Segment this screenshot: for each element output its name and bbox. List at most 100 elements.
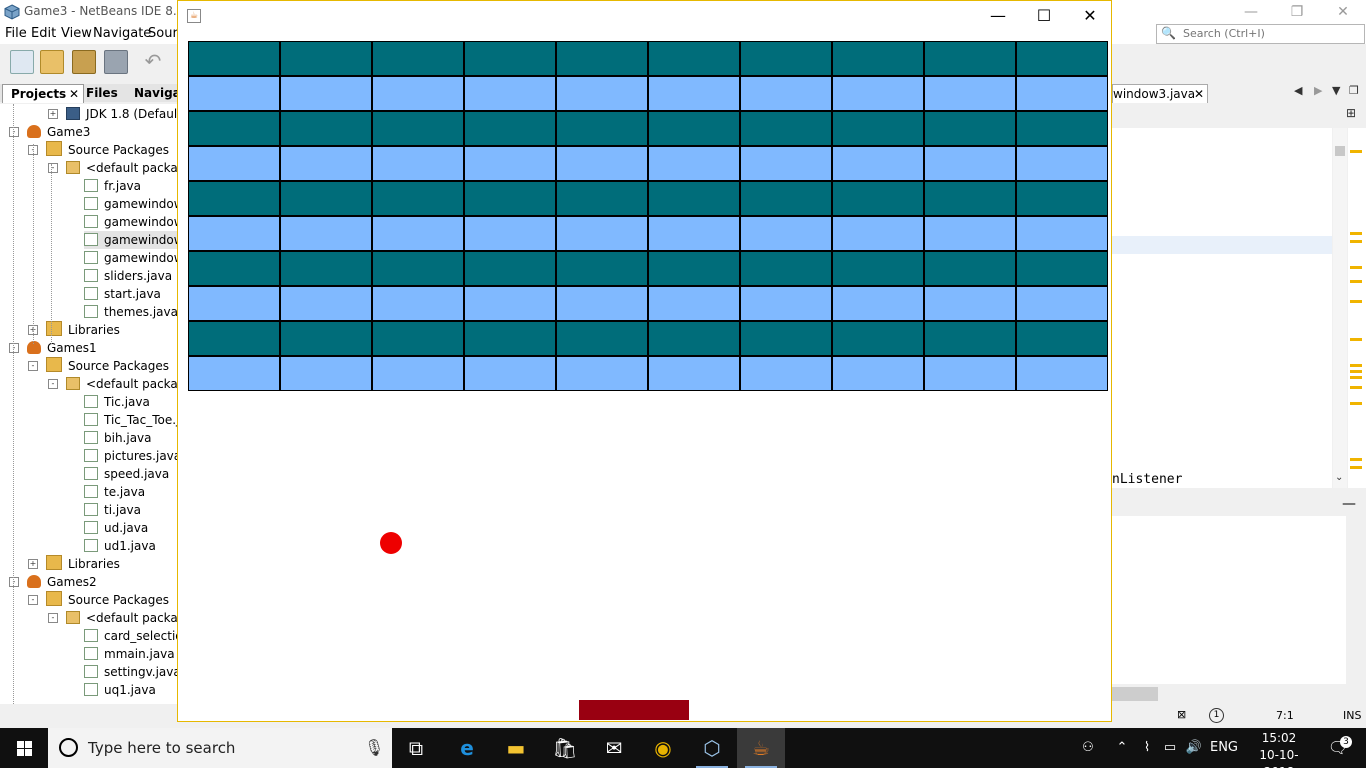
people-icon[interactable]: ⚇: [1076, 728, 1100, 768]
tree-node-label: start.java: [104, 287, 161, 301]
menu-navigate[interactable]: Navigate: [93, 26, 151, 41]
language-indicator[interactable]: ENG: [1208, 728, 1240, 768]
tree-node[interactable]: uq1.java: [84, 681, 156, 699]
expand-icon[interactable]: +: [48, 109, 58, 119]
tree-node[interactable]: JDK 1.8 (Default): [66, 105, 180, 123]
tree-node[interactable]: gamewindow.ja: [84, 195, 180, 213]
task-view-icon[interactable]: ⧉: [392, 728, 440, 768]
collapse-icon[interactable]: -: [9, 127, 19, 137]
tree-node[interactable]: Source Packages: [46, 141, 169, 159]
netbeans-restore-button[interactable]: ❐: [1274, 0, 1320, 24]
close-icon[interactable]: ✕: [1194, 85, 1204, 103]
collapse-icon[interactable]: -: [48, 163, 58, 173]
taskbar-search[interactable]: Type here to search 🎙: [48, 728, 392, 768]
ide-search-box[interactable]: 🔍: [1156, 24, 1365, 44]
menu-file[interactable]: File: [5, 26, 27, 41]
restore-window-icon[interactable]: ❐: [1349, 84, 1359, 97]
game-minimize-button[interactable]: —: [975, 1, 1021, 31]
tab-editor-file[interactable]: window3.java ✕: [1112, 84, 1208, 103]
menu-edit[interactable]: Edit: [31, 26, 56, 41]
tree-node[interactable]: speed.java: [84, 465, 169, 483]
game-maximize-button[interactable]: ☐: [1021, 1, 1067, 31]
editor-scrollbar[interactable]: ⌄: [1333, 128, 1347, 488]
tree-node[interactable]: ud1.java: [84, 537, 156, 555]
battery-icon[interactable]: ▭: [1160, 728, 1180, 768]
start-button[interactable]: [0, 728, 48, 768]
tree-node[interactable]: Games1: [27, 339, 97, 357]
menu-view[interactable]: View: [61, 26, 92, 41]
tree-node[interactable]: ti.java: [84, 501, 141, 519]
output-panel[interactable]: [1112, 516, 1346, 684]
horizontal-scrollbar[interactable]: [1112, 687, 1158, 701]
tree-node[interactable]: <default package>: [66, 609, 180, 627]
tab-list-icon[interactable]: ▼: [1332, 84, 1340, 97]
tab-files[interactable]: Files: [78, 84, 132, 102]
paddle[interactable]: [579, 700, 689, 720]
mail-icon[interactable]: ✉: [590, 728, 638, 768]
tree-node[interactable]: settingv.java: [84, 663, 180, 681]
tree-node[interactable]: ud.java: [84, 519, 148, 537]
tree-node[interactable]: Source Packages: [46, 591, 169, 609]
game-close-button[interactable]: ✕: [1067, 1, 1113, 31]
netbeans-minimize-button[interactable]: —: [1228, 0, 1274, 24]
code-editor[interactable]: [1112, 128, 1332, 488]
tree-node[interactable]: fr.java: [84, 177, 141, 195]
undo-icon[interactable]: ↶: [142, 50, 164, 72]
network-icon[interactable]: ⌇: [1136, 728, 1158, 768]
tree-node[interactable]: mmain.java: [84, 645, 175, 663]
tree-node[interactable]: Libraries: [46, 321, 120, 339]
tree-node[interactable]: sliders.java: [84, 267, 172, 285]
store-icon[interactable]: 🛍: [541, 728, 589, 768]
tree-node[interactable]: Games2: [27, 573, 97, 591]
tree-node[interactable]: <default package>: [66, 375, 180, 393]
collapse-icon[interactable]: -: [28, 361, 38, 371]
clock[interactable]: 15:02 10-10-2018: [1254, 730, 1304, 781]
virtualbox-icon[interactable]: ⬡: [688, 728, 736, 768]
edge-icon[interactable]: e: [443, 728, 491, 768]
save-all-icon[interactable]: [104, 50, 128, 74]
chevron-down-icon[interactable]: ⌄: [1335, 472, 1343, 483]
tree-node[interactable]: card_selection.: [84, 627, 180, 645]
tree-node[interactable]: start.java: [84, 285, 161, 303]
file-explorer-icon[interactable]: ▬: [492, 728, 540, 768]
taskbar-search-placeholder: Type here to search: [88, 739, 236, 757]
tree-node[interactable]: te.java: [84, 483, 145, 501]
chrome-icon[interactable]: ◉: [639, 728, 687, 768]
tab-scroll-left-icon[interactable]: ◀: [1294, 84, 1302, 97]
tree-node[interactable]: Tic_Tac_Toe.ja: [84, 411, 180, 429]
collapse-icon[interactable]: -: [48, 613, 58, 623]
new-file-icon[interactable]: [10, 50, 34, 74]
tree-node[interactable]: bih.java: [84, 429, 152, 447]
tree-node[interactable]: gamewindow3.: [84, 231, 180, 249]
tree-node[interactable]: gamewindow2.: [84, 213, 180, 231]
minimize-panel-icon[interactable]: —: [1342, 496, 1356, 512]
collapse-icon[interactable]: -: [28, 595, 38, 605]
scrollbar-thumb[interactable]: [1335, 146, 1345, 156]
collapse-icon[interactable]: -: [48, 379, 58, 389]
tab-projects[interactable]: Projects ✕: [2, 84, 84, 103]
tree-node[interactable]: pictures.java: [84, 447, 180, 465]
tree-node[interactable]: themes.java: [84, 303, 178, 321]
expand-icon[interactable]: +: [28, 559, 38, 569]
tree-node[interactable]: Game3: [27, 123, 90, 141]
tree-node[interactable]: Libraries: [46, 555, 120, 573]
microphone-icon[interactable]: 🎙: [364, 738, 384, 757]
volume-icon[interactable]: 🔊: [1184, 728, 1204, 768]
collapse-icon[interactable]: -: [9, 343, 19, 353]
notifications-icon[interactable]: 1: [1209, 708, 1224, 723]
tree-node[interactable]: <default package>: [66, 159, 180, 177]
chevron-up-icon[interactable]: ⌃: [1112, 728, 1132, 768]
new-project-icon[interactable]: [40, 50, 64, 74]
collapse-icon[interactable]: -: [9, 577, 19, 587]
ide-search-input[interactable]: [1183, 26, 1358, 40]
tab-scroll-right-icon[interactable]: ▶: [1314, 84, 1322, 97]
open-project-icon[interactable]: [72, 50, 96, 74]
brick: [832, 251, 924, 286]
java-icon[interactable]: ☕: [737, 728, 785, 768]
netbeans-close-button[interactable]: ✕: [1320, 0, 1366, 24]
tree-node[interactable]: Source Packages: [46, 357, 169, 375]
action-center-icon[interactable]: 🗨 3: [1318, 728, 1358, 768]
tree-node[interactable]: Tic.java: [84, 393, 150, 411]
tree-node[interactable]: gamewindowd.: [84, 249, 180, 267]
split-editor-icon[interactable]: ⊞: [1346, 106, 1356, 120]
